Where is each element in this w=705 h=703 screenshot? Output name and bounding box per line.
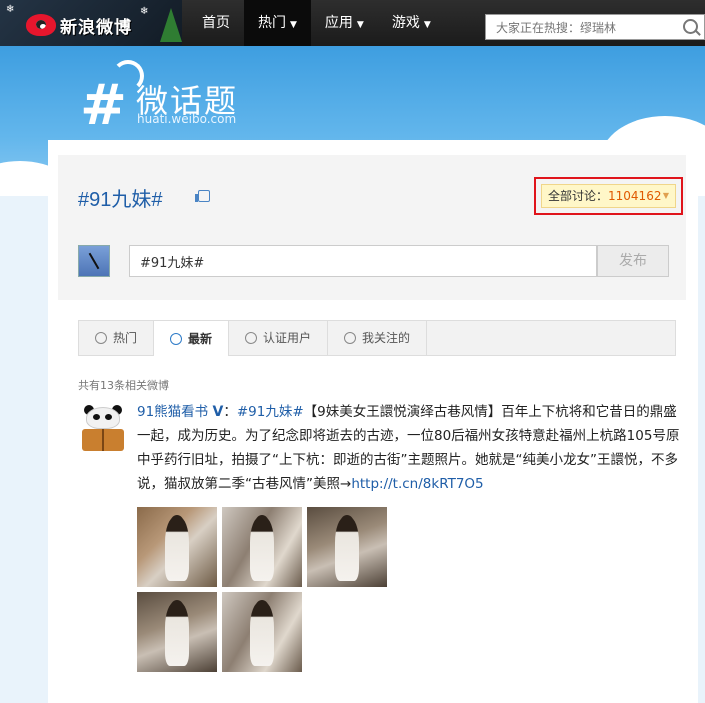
panda-icon — [86, 407, 120, 429]
short-url-link[interactable]: http://t.cn/8kRT7O5 — [351, 476, 483, 492]
weibo-eye-icon — [26, 14, 56, 36]
topic-hashtag-link[interactable]: #91九妹# — [237, 404, 304, 420]
tab-following[interactable]: 我关注的 — [328, 321, 428, 355]
post-photo-thumbnail[interactable] — [222, 592, 302, 672]
feed-tabs: 热门 最新 认证用户 我关注的 — [78, 320, 676, 356]
search-box — [485, 14, 705, 40]
logo-text: 新浪微博 — [60, 18, 132, 38]
nav-home[interactable]: 首页 — [188, 0, 244, 46]
discussion-count-label: 全部讨论： — [548, 189, 609, 203]
nav-apps[interactable]: 应用 ▼ — [311, 0, 378, 46]
result-count: 共有13条相关微博 — [78, 379, 169, 392]
user-avatar[interactable] — [78, 245, 110, 277]
verified-v-icon[interactable]: V — [212, 404, 223, 420]
nav-games[interactable]: 游戏 ▼ — [378, 0, 445, 46]
nav-hot[interactable]: 热门 ▼ — [244, 0, 311, 46]
sina-weibo-logo[interactable]: ❄ ❄ 新浪微博 — [0, 0, 182, 46]
flame-icon — [95, 332, 107, 344]
topic-header-panel: #91九妹# 全部讨论：1104162 ▼ 发布 — [58, 155, 686, 300]
tab-latest[interactable]: 最新 — [154, 321, 230, 356]
chevron-down-icon: ▼ — [356, 20, 364, 30]
book-icon — [82, 429, 124, 451]
discussion-count-value: 1104162 — [608, 189, 662, 203]
person-icon — [344, 332, 357, 344]
post-photo-thumbnail[interactable] — [222, 507, 302, 587]
tab-verified-users[interactable]: 认证用户 — [229, 321, 329, 355]
author-avatar[interactable] — [78, 403, 128, 453]
snowflake-icon: ❄ — [6, 4, 15, 15]
tab-hot[interactable]: 热门 — [79, 321, 155, 355]
chevron-down-icon: ▼ — [662, 191, 669, 200]
top-navigation-bar: ❄ ❄ 新浪微博 首页 热门 ▼ 应用 ▼ 游戏 ▼ — [0, 0, 705, 46]
banner-url: huati.weibo.com — [137, 112, 237, 126]
search-icon[interactable] — [683, 19, 698, 34]
clock-icon — [170, 332, 183, 345]
author-name-link[interactable]: 91熊猫看书 — [137, 404, 208, 420]
post-photo-thumbnail[interactable] — [307, 507, 387, 587]
christmas-tree-icon — [160, 8, 182, 42]
snowflake-icon: ❄ — [140, 6, 149, 17]
publish-button[interactable]: 发布 — [597, 245, 669, 277]
main-content: #91九妹# 全部讨论：1104162 ▼ 发布 热门 最新 认证用户 我关注的 — [48, 140, 698, 703]
verified-icon — [245, 332, 258, 344]
discussion-count-dropdown[interactable]: 全部讨论：1104162 ▼ — [541, 184, 676, 208]
main-nav: 首页 热门 ▼ 应用 ▼ 游戏 ▼ — [188, 0, 445, 46]
post-input[interactable] — [129, 245, 597, 277]
chevron-down-icon: ▼ — [423, 20, 431, 30]
post-text: 91熊猫看书 V：#91九妹#【9妹美女王譞悦演绎古巷风情】百年上下杭将和它昔日… — [137, 404, 680, 492]
discussion-count-highlight: 全部讨论：1104162 ▼ — [534, 177, 683, 215]
chevron-down-icon: ▼ — [290, 20, 297, 30]
post-photo-thumbnail[interactable] — [137, 592, 217, 672]
thumbs-up-icon[interactable] — [195, 190, 210, 202]
search-input[interactable] — [494, 16, 683, 40]
topic-title: #91九妹# — [78, 189, 163, 211]
post-photo-thumbnail[interactable] — [137, 507, 217, 587]
